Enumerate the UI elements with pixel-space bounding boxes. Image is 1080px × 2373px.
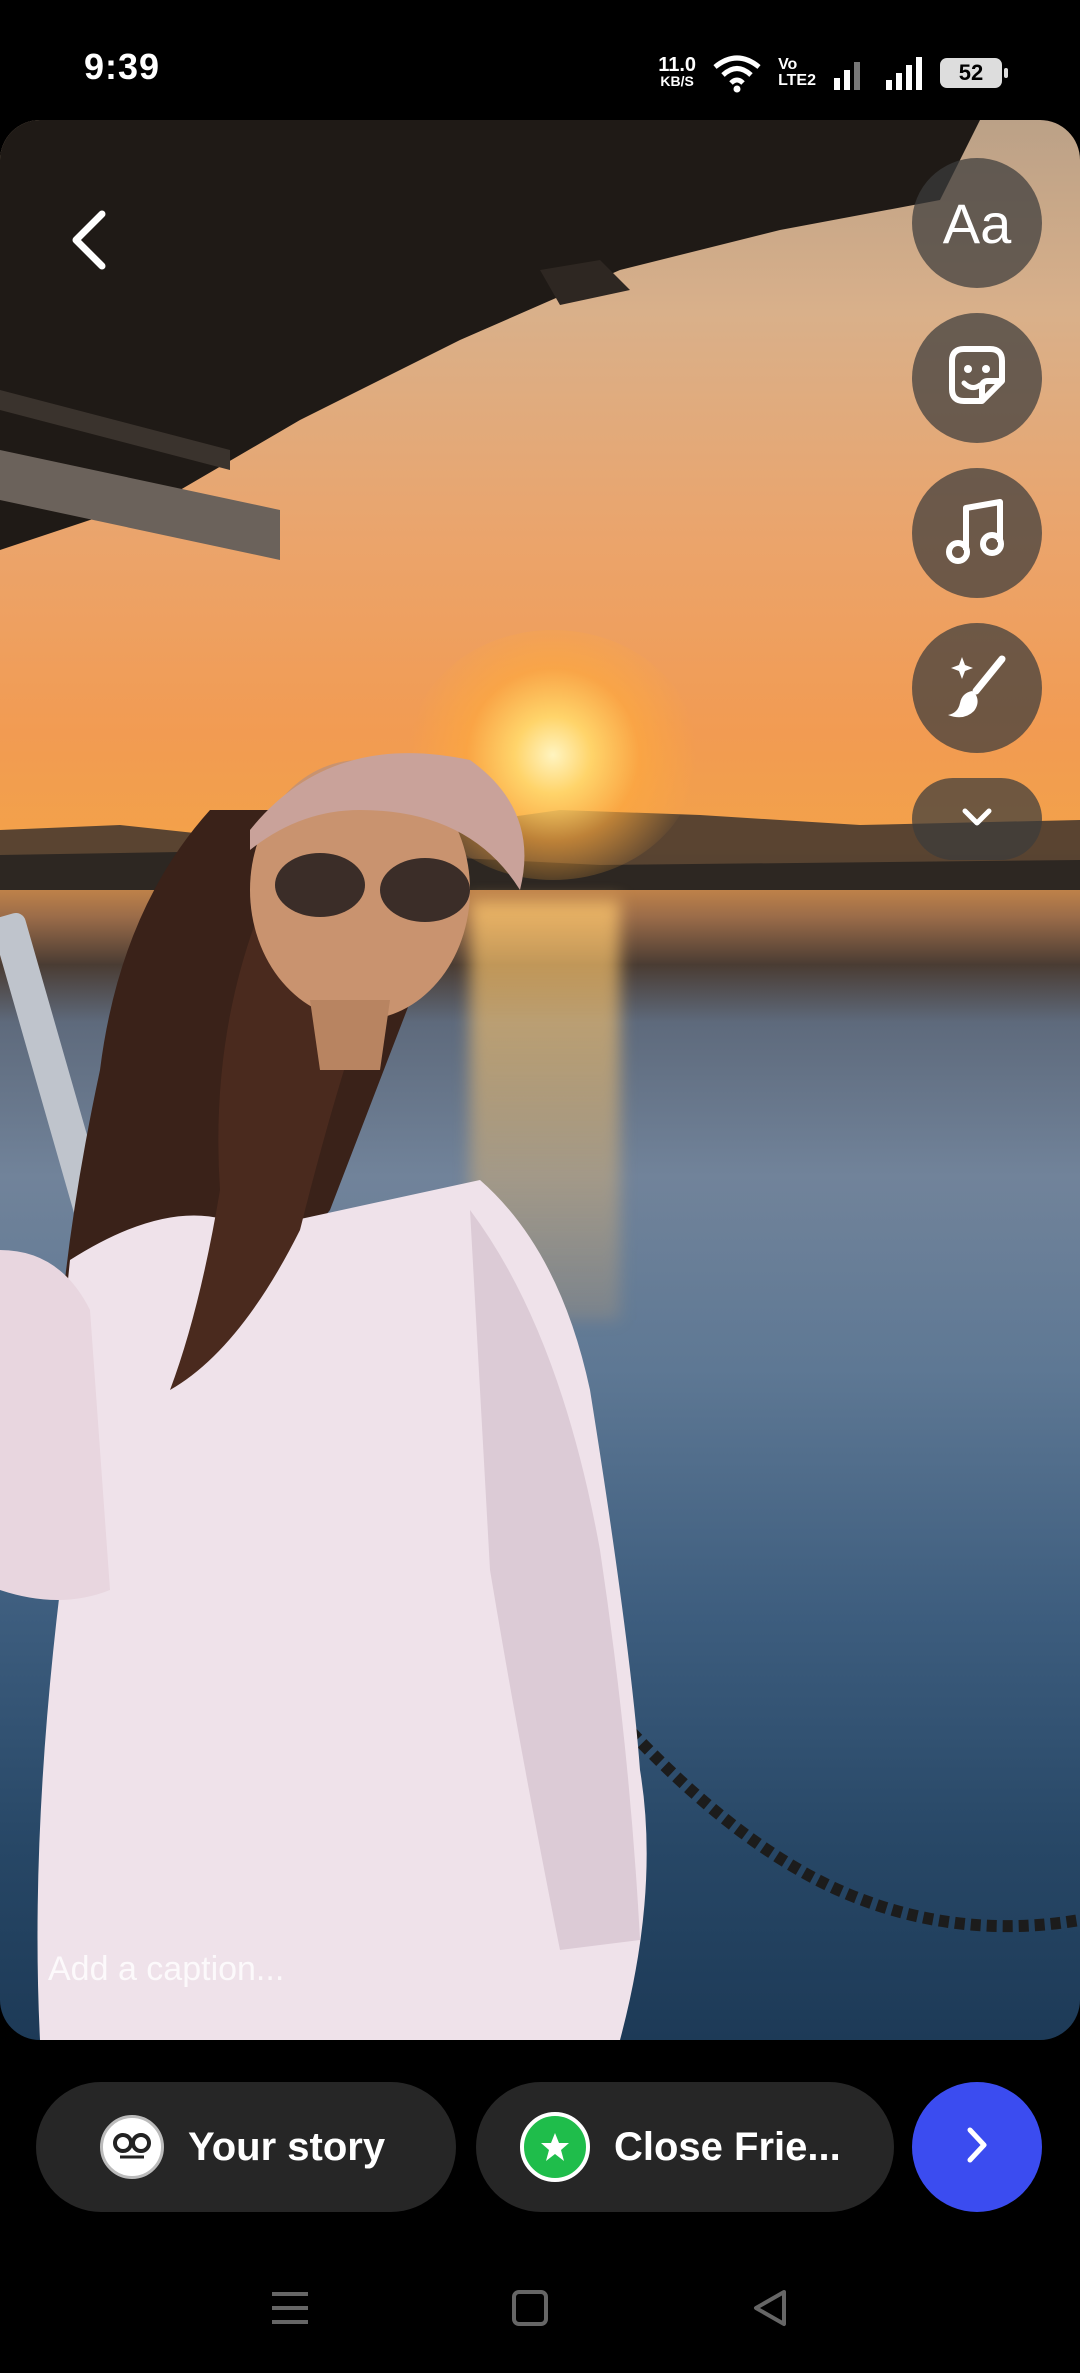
volte-bottom: LTE2 — [778, 72, 816, 89]
close-friends-button[interactable]: Close Frie... — [476, 2082, 894, 2212]
status-icons: 11.0 KB/S Vo LTE2 52 — [658, 50, 1008, 96]
system-back-button[interactable] — [740, 2280, 800, 2340]
more-tools-button[interactable] — [912, 778, 1042, 860]
signal-icon-sim2 — [884, 56, 924, 90]
back-triangle-icon — [750, 2288, 790, 2333]
menu-icon — [268, 2288, 312, 2333]
caption-input[interactable]: Add a caption... — [48, 1950, 284, 1989]
music-note-icon — [944, 496, 1010, 571]
share-bar: Your story Close Frie... — [0, 2040, 1080, 2240]
next-button[interactable] — [912, 2082, 1042, 2212]
battery-icon: 52 — [940, 58, 1008, 88]
back-button[interactable] — [28, 182, 148, 302]
wifi-icon — [712, 53, 762, 93]
music-button[interactable] — [912, 468, 1042, 598]
signal-icon-sim1 — [832, 56, 868, 90]
status-time: 9:39 — [84, 46, 161, 87]
volte-top: Vo — [778, 56, 798, 73]
your-story-button[interactable]: Your story — [36, 2082, 456, 2212]
star-icon — [520, 2112, 590, 2182]
story-canvas[interactable]: Aa Add a caption... — [0, 120, 1080, 2040]
chevron-right-icon — [964, 2125, 990, 2170]
system-nav-bar — [0, 2240, 1080, 2373]
sticker-button[interactable] — [912, 313, 1042, 443]
network-speed-unit: KB/S — [660, 73, 694, 89]
person-photo — [0, 753, 647, 2040]
status-bar: 9:39 11.0 KB/S Vo LTE2 52 — [0, 0, 1080, 120]
home-square-icon — [510, 2288, 550, 2333]
sparkle-brush-icon — [942, 651, 1012, 726]
network-speed: 11.0 KB/S — [658, 54, 697, 89]
text-tool-button[interactable]: Aa — [912, 158, 1042, 288]
recent-apps-button[interactable] — [260, 2280, 320, 2340]
volte-indicator: Vo LTE2 — [778, 57, 816, 89]
effects-button[interactable] — [912, 623, 1042, 753]
home-button[interactable] — [500, 2280, 560, 2340]
network-speed-value: 11.0 — [658, 54, 697, 76]
back-icon — [66, 208, 110, 277]
avatar — [100, 2115, 164, 2179]
text-tool-label: Aa — [942, 191, 1012, 255]
your-story-label: Your story — [188, 2124, 386, 2169]
chevron-down-icon — [960, 806, 994, 833]
close-friends-label: Close Frie... — [614, 2124, 841, 2169]
sticker-icon — [942, 341, 1012, 416]
